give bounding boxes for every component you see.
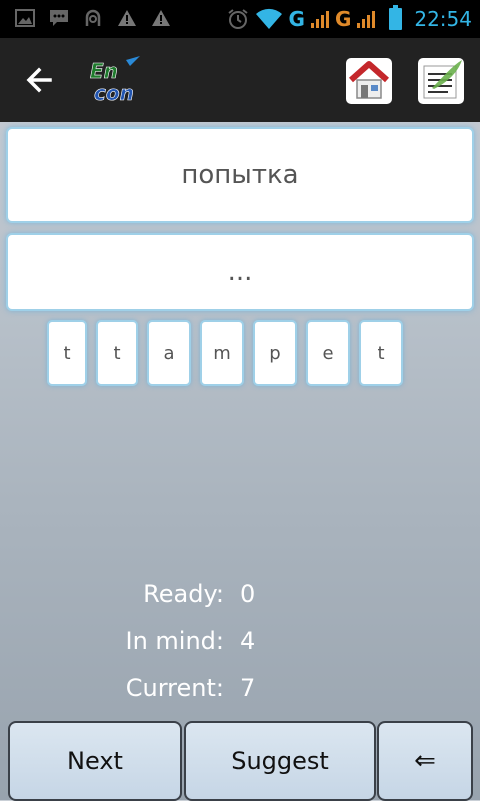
letter-tiles: t t a m p e t bbox=[47, 320, 403, 386]
letter-tile[interactable]: a bbox=[147, 320, 191, 386]
clock: 22:54 bbox=[414, 7, 472, 31]
image-icon bbox=[14, 8, 36, 28]
system-icons: G G 22:54 bbox=[227, 5, 472, 33]
android-icon bbox=[82, 8, 104, 28]
wifi-icon bbox=[255, 8, 283, 29]
letter-tile[interactable]: t bbox=[359, 320, 403, 386]
notification-icons bbox=[14, 8, 172, 28]
current-stat: Current: 7 bbox=[0, 674, 480, 714]
letter-tile[interactable]: t bbox=[47, 320, 87, 386]
signal-icon bbox=[357, 10, 376, 28]
battery-icon bbox=[389, 5, 403, 30]
backspace-button[interactable]: ⇐ bbox=[377, 721, 473, 801]
ready-label: Ready: bbox=[143, 580, 224, 608]
warning-icon bbox=[150, 8, 172, 28]
notes-button[interactable] bbox=[418, 58, 464, 104]
action-bar: En con bbox=[0, 38, 480, 122]
home-button[interactable] bbox=[346, 58, 392, 104]
ready-stat: Ready: 0 bbox=[0, 580, 480, 620]
word-to-translate: попытка bbox=[6, 127, 474, 223]
in-mind-label: In mind: bbox=[125, 627, 225, 655]
letter-tile[interactable]: t bbox=[96, 320, 138, 386]
current-label: Current: bbox=[125, 674, 224, 702]
letter-tile[interactable]: m bbox=[200, 320, 244, 386]
current-value: 7 bbox=[240, 674, 256, 702]
network-type-2: G bbox=[334, 7, 352, 31]
status-bar: G G 22:54 bbox=[0, 0, 480, 38]
in-mind-stat: In mind: 4 bbox=[0, 627, 480, 667]
in-mind-value: 4 bbox=[240, 627, 256, 655]
letter-tile[interactable]: e bbox=[306, 320, 350, 386]
svg-text:En: En bbox=[90, 59, 118, 83]
alarm-icon bbox=[227, 9, 249, 29]
network-type-1: G bbox=[288, 7, 305, 31]
svg-text:con: con bbox=[94, 81, 134, 105]
chat-icon bbox=[48, 8, 70, 28]
warning-icon bbox=[116, 8, 138, 28]
letter-tile[interactable]: p bbox=[253, 320, 297, 386]
answer-field[interactable]: ... bbox=[6, 233, 474, 311]
back-arrow-icon[interactable] bbox=[22, 62, 62, 98]
signal-icon bbox=[310, 10, 329, 28]
answer-text: ... bbox=[227, 257, 253, 287]
suggest-button[interactable]: Suggest bbox=[184, 721, 376, 801]
home-icon bbox=[349, 61, 389, 99]
ready-value: 0 bbox=[240, 580, 256, 608]
next-button[interactable]: Next bbox=[8, 721, 182, 801]
word-text: попытка bbox=[181, 160, 299, 190]
app-logo: En con bbox=[86, 56, 148, 106]
notepad-quill-icon bbox=[423, 60, 462, 99]
